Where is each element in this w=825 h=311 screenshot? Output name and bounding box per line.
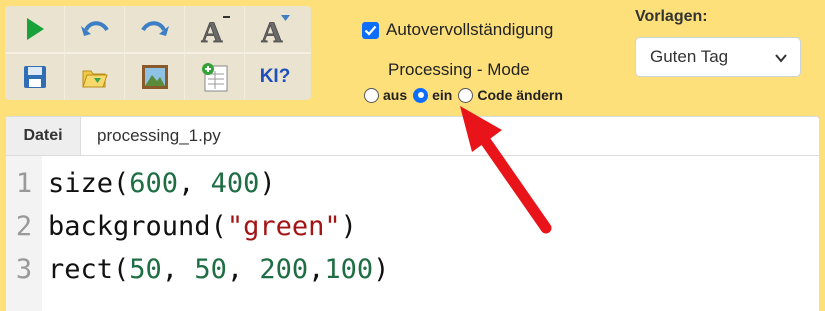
open-folder-icon (81, 70, 108, 88)
code-line[interactable]: 1 size(600, 400) (6, 162, 276, 205)
font-decrease-button[interactable]: A (245, 6, 305, 52)
templates-selected-value: Guten Tag (650, 47, 729, 66)
svg-text:A: A (261, 16, 283, 46)
annotation-arrow-icon (460, 106, 552, 234)
line-number: 2 (15, 211, 33, 242)
check-icon (364, 25, 377, 36)
image-button[interactable] (125, 54, 185, 100)
svg-text:A: A (201, 16, 223, 46)
spreadsheet-icon (201, 63, 227, 92)
code-token: ) (259, 168, 276, 199)
code-token: , (308, 254, 325, 285)
code-text: size(600, 400) (42, 168, 276, 199)
file-menu-tab[interactable]: Datei (6, 117, 81, 155)
run-icon (26, 18, 44, 40)
code-token: , (161, 254, 195, 285)
redo-button[interactable] (125, 6, 185, 52)
table-button[interactable] (185, 54, 245, 100)
redo-icon (140, 21, 169, 36)
ai-help-icon: KI? (259, 66, 291, 87)
undo-icon (80, 21, 109, 36)
toolbar: A A KI? (5, 6, 311, 100)
open-button[interactable] (65, 54, 125, 100)
line-number: 3 (15, 254, 33, 285)
mode-on-option[interactable]: ein (413, 87, 452, 103)
code-token: , (226, 254, 260, 285)
autocomplete-toggle[interactable]: Autovervollständigung (362, 20, 553, 40)
toolbar-row-2: KI? (5, 54, 311, 100)
code-token: 400 (210, 168, 260, 199)
code-token: 200 (259, 254, 309, 285)
mode-off-radio[interactable] (364, 87, 379, 103)
mode-off-label: aus (383, 87, 408, 103)
code-token: 100 (324, 254, 374, 285)
code-text: rect(50, 50, 200,100) (42, 254, 389, 285)
code-token: "green" (226, 211, 341, 242)
autocomplete-label: Autovervollständigung (386, 20, 554, 39)
image-icon (141, 65, 168, 89)
filename-tab[interactable]: processing_1.py (81, 117, 221, 155)
ai-help-button[interactable]: KI? (245, 54, 305, 100)
file-tab-bar: Datei processing_1.py (5, 116, 820, 156)
templates-label: Vorlagen: (635, 8, 708, 25)
autocomplete-checkbox[interactable] (362, 21, 379, 39)
code-token: 600 (129, 168, 179, 199)
templates-select[interactable]: Guten Tag (635, 37, 801, 77)
line-number: 1 (15, 168, 33, 199)
code-editor[interactable]: 1 size(600, 400) 2 background("green") 3 rect… (5, 156, 820, 311)
mode-on-radio[interactable] (413, 87, 429, 103)
code-token: 50 (129, 254, 162, 285)
code-text: background("green") (42, 211, 357, 242)
font-decrease-icon: A (261, 15, 290, 46)
undo-button[interactable] (65, 6, 125, 52)
code-token: background( (48, 211, 227, 242)
code-line[interactable]: 3 rect(50, 50, 200,100) (6, 248, 390, 291)
toolbar-row-1: A A (5, 6, 311, 52)
code-token: 50 (194, 254, 227, 285)
processing-mode-title: Processing - Mode (388, 60, 530, 79)
code-line[interactable]: 2 background("green") (6, 205, 357, 248)
code-token: , (178, 168, 211, 199)
run-button[interactable] (5, 6, 65, 52)
code-token: rect( (48, 254, 130, 285)
code-token: ) (340, 211, 357, 242)
font-increase-button[interactable]: A (185, 6, 245, 52)
chevron-down-icon (775, 54, 787, 63)
code-token: ) (373, 254, 390, 285)
font-increase-icon: A (200, 16, 230, 46)
save-button[interactable] (5, 54, 65, 100)
save-icon (23, 66, 46, 88)
mode-off-option[interactable]: aus (364, 87, 407, 103)
code-token: size( (48, 168, 130, 199)
